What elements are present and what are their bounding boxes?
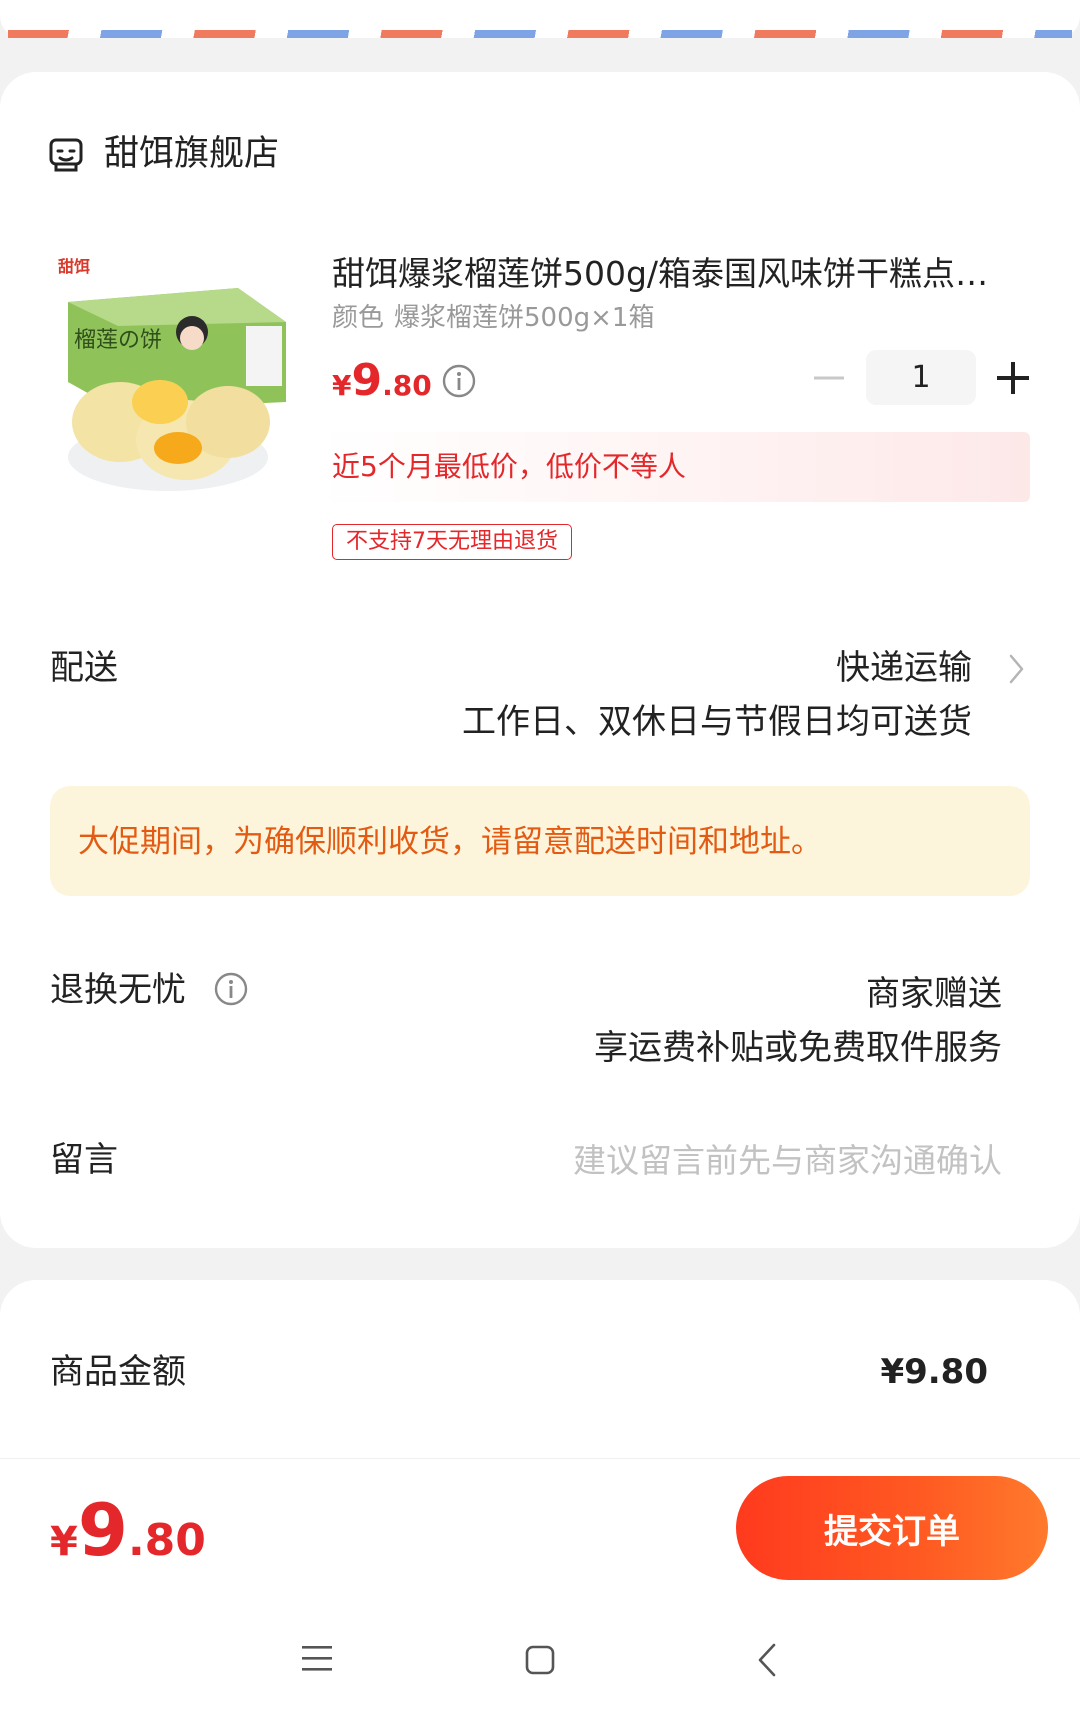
delivery-label: 配送 bbox=[50, 648, 118, 688]
price-currency: ¥ bbox=[332, 369, 352, 402]
product-price: ¥9.80 bbox=[332, 356, 432, 415]
store-name[interactable]: 甜饵旗舰店 bbox=[104, 132, 279, 176]
image-brand-text: 甜饵 bbox=[58, 257, 90, 276]
price-decimal: .80 bbox=[382, 369, 432, 402]
quantity-stepper-value[interactable]: 1 bbox=[866, 350, 976, 405]
message-label: 留言 bbox=[50, 1140, 118, 1180]
store-icon bbox=[49, 138, 83, 172]
total-price: ¥9.80 bbox=[50, 1490, 206, 1590]
price-integer: 9 bbox=[351, 355, 383, 406]
delivery-subtext: 工作日、双休日与节假日均可送货 bbox=[462, 702, 972, 742]
promo-notice-text: 大促期间，为确保顺利收货，请留意配送时间和地址。 bbox=[78, 824, 822, 860]
product-spec[interactable]: 颜色 爆浆榴莲饼500g×1箱 bbox=[332, 300, 654, 336]
total-decimal: .80 bbox=[127, 1515, 206, 1566]
submit-order-button[interactable]: 提交订单 bbox=[736, 1476, 1048, 1580]
plus-icon[interactable] bbox=[994, 359, 1032, 397]
returns-value: 商家赠送 bbox=[866, 974, 1002, 1014]
info-icon[interactable] bbox=[442, 364, 476, 398]
returns-label: 退换无忧 bbox=[50, 970, 186, 1010]
spec-value: 爆浆榴莲饼500g×1箱 bbox=[394, 303, 655, 333]
returns-subtext: 享运费补贴或免费取件服务 bbox=[594, 1028, 1002, 1068]
no-return-tag: 不支持7天无理由退货 bbox=[332, 524, 572, 560]
back-icon[interactable] bbox=[756, 1642, 778, 1678]
airmail-stripe bbox=[8, 30, 1072, 38]
message-input[interactable] bbox=[482, 1137, 1002, 1183]
image-box-text: 榴莲の饼 bbox=[74, 327, 162, 352]
low-price-text: 近5个月最低价，低价不等人 bbox=[332, 450, 686, 483]
product-image[interactable]: 甜饵 榴莲の饼 bbox=[58, 252, 288, 497]
delivery-value[interactable]: 快递运输 bbox=[836, 646, 972, 690]
spec-label: 颜色 bbox=[332, 303, 385, 333]
info-icon[interactable] bbox=[214, 972, 248, 1006]
home-icon[interactable] bbox=[524, 1644, 556, 1676]
menu-icon[interactable] bbox=[300, 1642, 334, 1674]
minus-icon[interactable] bbox=[812, 361, 846, 395]
product-title[interactable]: 甜饵爆浆榴莲饼500g/箱泰国风味饼干糕点网红零食小吃 bbox=[332, 252, 1012, 296]
chevron-right-icon[interactable] bbox=[1006, 652, 1028, 686]
goods-amount-label: 商品金额 bbox=[50, 1352, 186, 1392]
goods-amount-value: ¥9.80 bbox=[880, 1352, 988, 1392]
total-integer: 9 bbox=[77, 1488, 128, 1572]
total-currency: ¥ bbox=[50, 1519, 78, 1565]
